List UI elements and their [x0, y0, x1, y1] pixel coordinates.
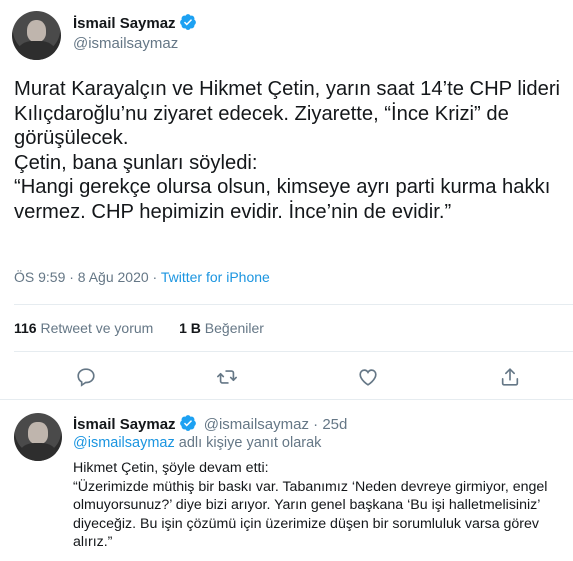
- author-name[interactable]: İsmail Saymaz: [73, 15, 176, 32]
- retweet-label: Retweet ve yorum: [40, 320, 154, 336]
- verified-badge-icon: [179, 13, 197, 36]
- like-label: Beğeniler: [204, 320, 264, 336]
- divider: [0, 399, 573, 400]
- like-count: 1 B: [179, 320, 201, 336]
- reply-to-suffix: adlı kişiye yanıt olarak: [174, 435, 322, 451]
- reply-author-avatar[interactable]: [14, 413, 62, 461]
- tweet-source-link[interactable]: Twitter for iPhone: [161, 269, 270, 285]
- author-handle[interactable]: @ismailsaymaz: [73, 35, 178, 52]
- reply-icon[interactable]: [75, 366, 97, 388]
- reply-age[interactable]: 25d: [322, 416, 347, 433]
- retweet-stat[interactable]: 116 Retweet ve yorum: [14, 320, 153, 336]
- retweet-count: 116: [14, 320, 37, 336]
- author-name-row[interactable]: İsmail Saymaz: [73, 13, 197, 36]
- divider: [14, 351, 573, 352]
- verified-badge-icon: [179, 414, 197, 436]
- retweet-icon[interactable]: [216, 366, 238, 388]
- tweet-meta: ÖS 9:59 · 8 Ağu 2020 · Twitter for iPhon…: [14, 269, 270, 285]
- tweet-stats: 116 Retweet ve yorum 1 B Beğeniler: [14, 320, 264, 336]
- tweet-text: Murat Karayalçın ve Hikmet Çetin, yarın …: [14, 78, 561, 223]
- author-avatar[interactable]: [12, 11, 61, 60]
- meta-separator: ·: [148, 269, 161, 285]
- reply-dot: ·: [308, 416, 323, 433]
- reply-text: Hikmet Çetin, şöyle devam etti: “Üzerimi…: [73, 460, 548, 551]
- reply-header: İsmail Saymaz @ismailsaymaz · 25d: [73, 414, 347, 436]
- share-icon[interactable]: [499, 366, 521, 388]
- heart-icon[interactable]: [357, 366, 379, 388]
- tweet-timestamp[interactable]: ÖS 9:59 · 8 Ağu 2020: [14, 269, 149, 285]
- reply-author-handle[interactable]: @ismailsaymaz: [204, 416, 309, 433]
- replying-to: @ismailsaymaz adlı kişiye yanıt olarak: [73, 435, 321, 451]
- reply-author-name[interactable]: İsmail Saymaz: [73, 416, 176, 433]
- like-stat[interactable]: 1 B Beğeniler: [179, 320, 264, 336]
- reply-mention-link[interactable]: @ismailsaymaz: [73, 435, 175, 451]
- divider: [14, 304, 573, 305]
